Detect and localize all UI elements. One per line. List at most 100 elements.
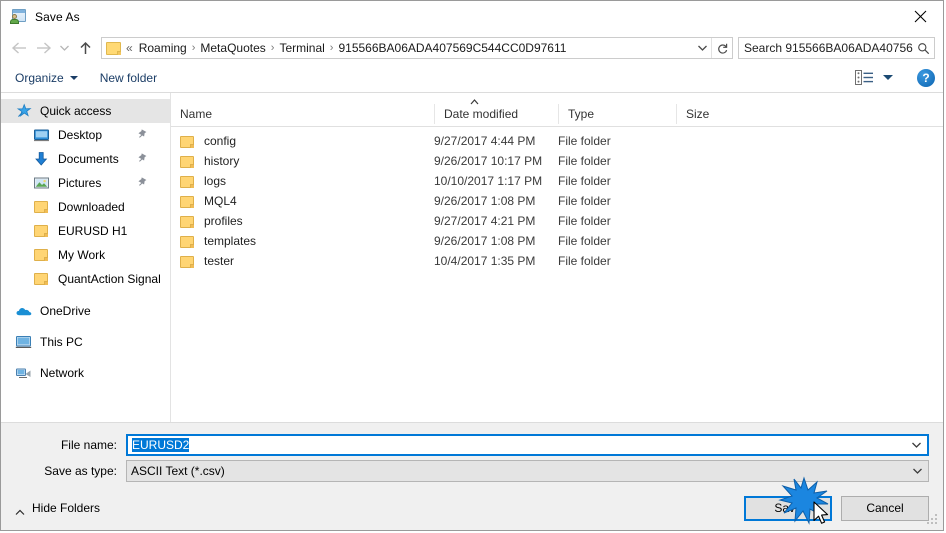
file-date-cell: 10/10/2017 1:17 PM bbox=[434, 174, 543, 188]
folder-icon bbox=[33, 271, 51, 287]
folder-icon bbox=[180, 254, 196, 269]
recent-locations-button[interactable] bbox=[55, 36, 73, 60]
table-row[interactable]: MQL4 9/26/2017 1:08 PM File folder bbox=[171, 191, 943, 211]
onedrive-cloud-icon bbox=[15, 303, 33, 319]
forward-arrow-icon bbox=[36, 42, 51, 54]
file-name-cell[interactable]: logs bbox=[171, 174, 434, 189]
sidebar-item-label: Pictures bbox=[58, 176, 102, 190]
sidebar-item-onedrive[interactable]: OneDrive bbox=[1, 299, 170, 323]
table-row[interactable]: profiles 9/27/2017 4:21 PM File folder bbox=[171, 211, 943, 231]
sidebar-item-label: Quick access bbox=[40, 104, 112, 118]
change-view-button[interactable] bbox=[855, 70, 893, 86]
chevron-down-icon bbox=[912, 468, 922, 474]
up-arrow-icon bbox=[79, 41, 91, 54]
table-row[interactable]: tester 10/4/2017 1:35 PM File folder bbox=[171, 251, 943, 271]
sidebar-item-pictures[interactable]: Pictures bbox=[1, 171, 170, 195]
folder-icon bbox=[33, 223, 51, 239]
chevron-down-icon bbox=[911, 442, 921, 448]
pin-icon[interactable] bbox=[137, 153, 148, 165]
help-label: ? bbox=[922, 70, 930, 85]
breadcrumb-item-roaming[interactable]: Roaming bbox=[135, 38, 191, 58]
navigation-pane: Quick access Desktop Documents Pictures … bbox=[1, 93, 171, 422]
sidebar-item-desktop[interactable]: Desktop bbox=[1, 123, 170, 147]
table-row[interactable]: history 9/26/2017 10:17 PM File folder bbox=[171, 151, 943, 171]
folder-icon bbox=[180, 194, 196, 209]
save-as-dialog: Save As « Roaming › MetaQuotes › Termina… bbox=[0, 0, 944, 531]
resize-grip[interactable] bbox=[927, 514, 939, 526]
column-header-type[interactable]: Type bbox=[558, 104, 676, 124]
column-header-date-modified[interactable]: Date modified bbox=[434, 104, 558, 124]
save-button[interactable]: Save bbox=[744, 495, 832, 521]
sidebar-item-this-pc[interactable]: This PC bbox=[1, 330, 170, 354]
file-type-cell: File folder bbox=[558, 174, 611, 188]
breadcrumb[interactable]: « Roaming › MetaQuotes › Terminal › 9155… bbox=[101, 37, 733, 59]
column-headers: Name Date modified Type Size bbox=[171, 102, 943, 127]
file-list-pane: Name Date modified Type Size config 9/27… bbox=[171, 93, 943, 422]
back-button[interactable] bbox=[7, 36, 31, 60]
column-header-size[interactable]: Size bbox=[676, 104, 756, 124]
table-row[interactable]: templates 9/26/2017 1:08 PM File folder bbox=[171, 231, 943, 251]
file-name-label: profiles bbox=[204, 214, 243, 228]
file-name-dropdown-button[interactable] bbox=[905, 436, 927, 454]
file-name-cell[interactable]: MQL4 bbox=[171, 194, 434, 209]
table-row[interactable]: config 9/27/2017 4:44 PM File folder bbox=[171, 131, 943, 151]
organize-button[interactable]: Organize bbox=[15, 71, 78, 85]
sidebar-item-quick-access[interactable]: Quick access bbox=[1, 99, 170, 123]
folder-icon bbox=[180, 214, 196, 229]
file-name-cell[interactable]: history bbox=[171, 154, 434, 169]
save-as-type-value: ASCII Text (*.csv) bbox=[131, 464, 225, 478]
sidebar-item-label: My Work bbox=[58, 248, 106, 262]
pin-icon[interactable] bbox=[137, 177, 148, 189]
refresh-button[interactable] bbox=[711, 38, 732, 58]
column-header-name[interactable]: Name bbox=[171, 104, 434, 124]
sidebar-item-network[interactable]: Network bbox=[1, 361, 170, 385]
breadcrumb-dropdown-button[interactable] bbox=[693, 38, 711, 58]
folder-icon bbox=[180, 134, 196, 149]
breadcrumb-item-metaquotes[interactable]: MetaQuotes bbox=[196, 38, 269, 58]
sidebar-item-downloaded[interactable]: Downloaded bbox=[1, 195, 170, 219]
folder-icon bbox=[106, 41, 121, 55]
new-folder-label: New folder bbox=[99, 70, 158, 85]
file-name-cell[interactable]: tester bbox=[171, 254, 434, 269]
change-view-icon bbox=[855, 70, 875, 86]
sidebar-item-documents[interactable]: Documents bbox=[1, 147, 170, 171]
close-button[interactable] bbox=[897, 1, 943, 32]
up-button[interactable] bbox=[73, 36, 97, 60]
save-as-type-select[interactable]: ASCII Text (*.csv) bbox=[126, 460, 929, 482]
file-name-label: history bbox=[204, 154, 240, 168]
file-name-cell[interactable]: config bbox=[171, 134, 434, 149]
sort-ascending-icon bbox=[470, 94, 479, 105]
chevron-down-icon bbox=[697, 45, 707, 51]
file-rows: config 9/27/2017 4:44 PM File folder his… bbox=[171, 127, 943, 422]
help-button[interactable]: ? bbox=[917, 68, 935, 87]
forward-button[interactable] bbox=[31, 36, 55, 60]
sidebar-item-my-work[interactable]: My Work bbox=[1, 243, 170, 267]
new-folder-button[interactable]: New folder bbox=[100, 71, 157, 85]
file-name-value[interactable]: EURUSD2 bbox=[128, 438, 905, 452]
file-name-label: MQL4 bbox=[204, 194, 237, 208]
folder-icon bbox=[180, 234, 196, 249]
file-type-cell: File folder bbox=[558, 154, 611, 168]
breadcrumb-item-terminal[interactable]: Terminal bbox=[275, 38, 328, 58]
table-row[interactable]: logs 10/10/2017 1:17 PM File folder bbox=[171, 171, 943, 191]
dialog-button-row: Hide Folders Save Cancel bbox=[1, 486, 943, 530]
search-input[interactable]: Search 915566BA06ADA40756... bbox=[738, 37, 935, 59]
file-name-label: File name: bbox=[60, 438, 117, 452]
sidebar-item-quantaction-signal[interactable]: QuantAction Signal bbox=[1, 267, 170, 291]
file-name-row: File name: EURUSD2 bbox=[1, 434, 943, 456]
cancel-button[interactable]: Cancel bbox=[841, 495, 929, 521]
breadcrumb-item-instance-id[interactable]: 915566BA06ADA407569C544CC0D97611 bbox=[334, 38, 570, 58]
file-name-cell[interactable]: templates bbox=[171, 234, 434, 249]
sidebar-item-label: QuantAction Signal bbox=[58, 272, 161, 286]
hide-folders-button[interactable]: Hide Folders bbox=[1, 501, 100, 515]
window-title: Save As bbox=[35, 10, 80, 24]
chevron-up-icon bbox=[15, 505, 25, 515]
folder-icon bbox=[33, 247, 51, 263]
file-name-cell[interactable]: profiles bbox=[171, 214, 434, 229]
file-name-input[interactable]: EURUSD2 bbox=[126, 434, 929, 456]
save-as-type-dropdown-button[interactable] bbox=[906, 461, 928, 481]
breadcrumb-overflow[interactable]: « bbox=[124, 41, 135, 55]
save-as-icon bbox=[10, 9, 27, 25]
pin-icon[interactable] bbox=[137, 129, 148, 141]
sidebar-item-eurusd-h1[interactable]: EURUSD H1 bbox=[1, 219, 170, 243]
